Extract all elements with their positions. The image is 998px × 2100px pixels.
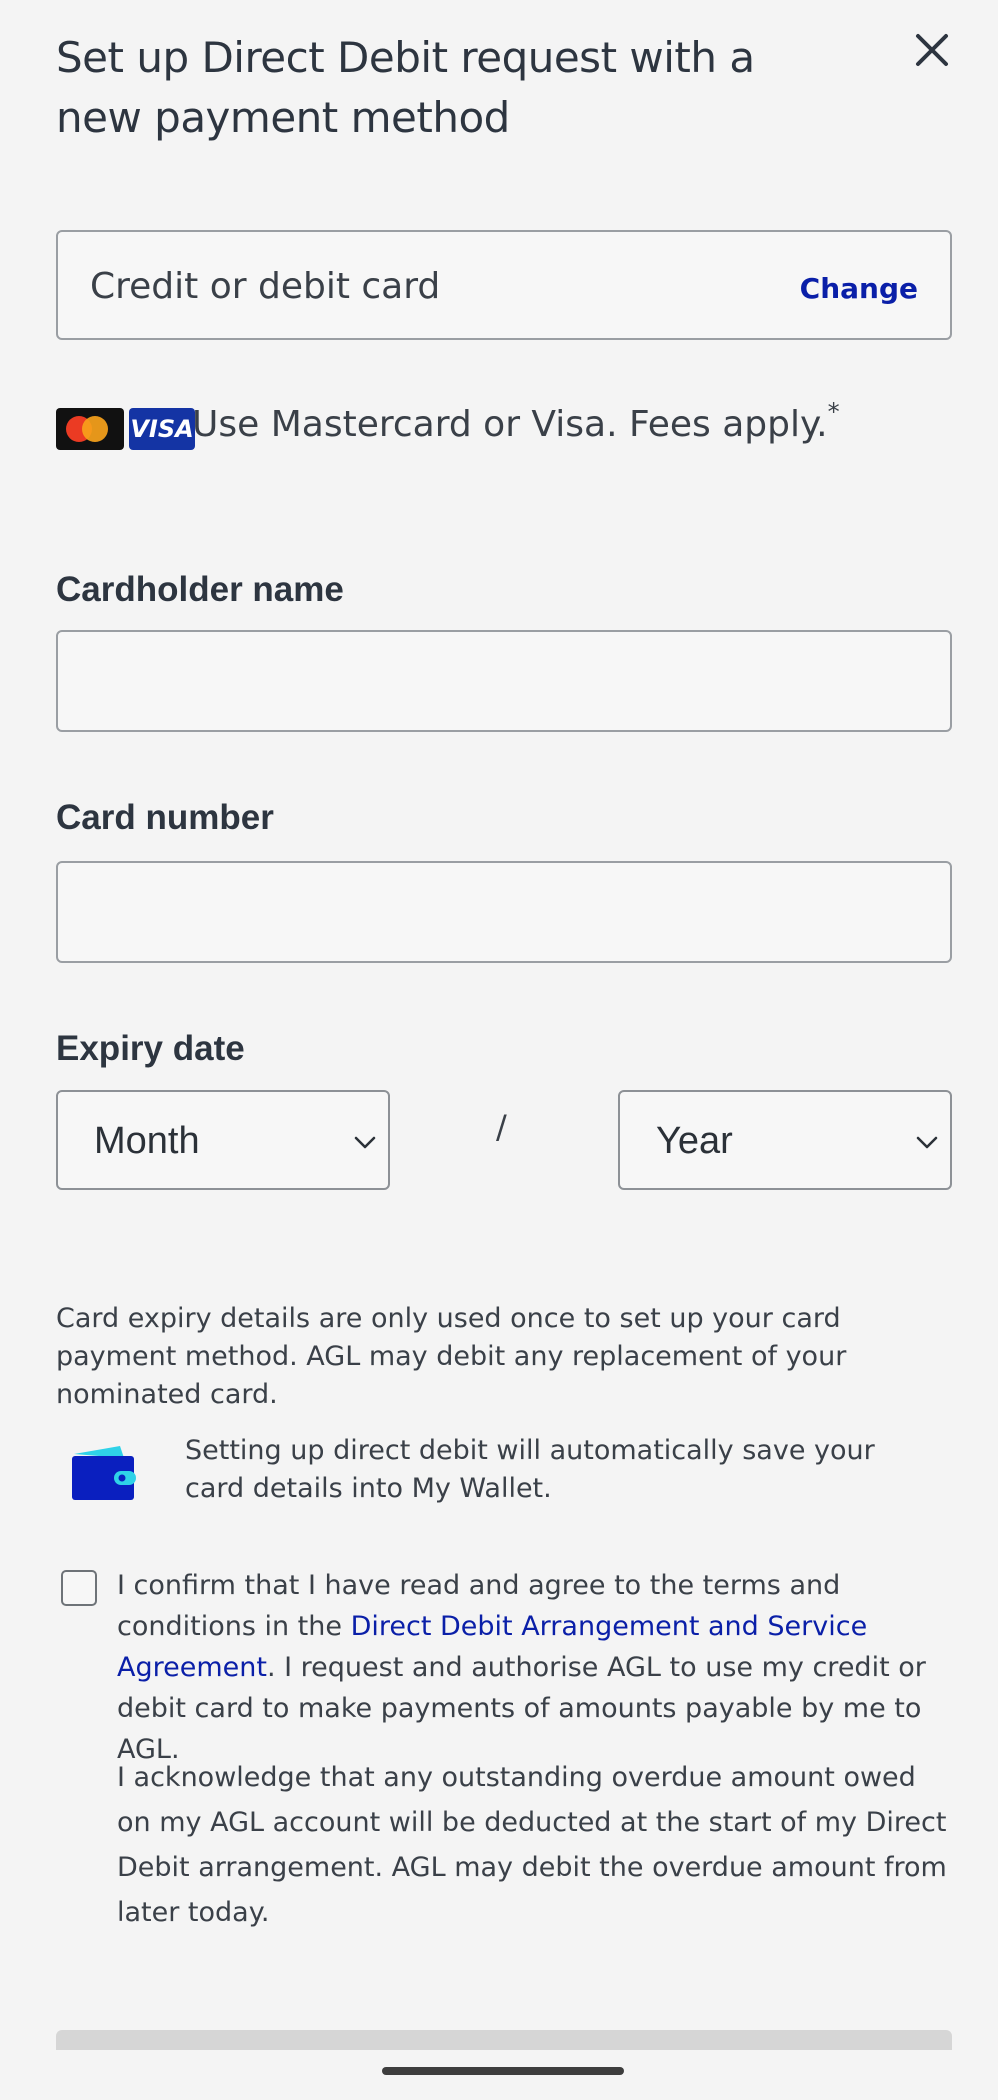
card-number-input[interactable]: [56, 861, 952, 963]
expiry-month-select[interactable]: Month: [56, 1090, 390, 1190]
card-fees-notice: Use Mastercard or Visa. Fees apply.*: [192, 398, 840, 445]
close-icon[interactable]: [912, 30, 952, 70]
chevron-down-icon: [354, 1136, 376, 1149]
payment-method-label: Credit or debit card: [90, 266, 441, 307]
visa-logo: VISA: [129, 408, 195, 450]
cardholder-name-label: Cardholder name: [56, 570, 344, 609]
expiry-info-text: Card expiry details are only used once t…: [56, 1303, 847, 1410]
terms-checkbox[interactable]: [61, 1570, 97, 1606]
card-logos: VISA: [56, 408, 195, 450]
home-indicator: [382, 2067, 624, 2075]
expiry-year-value: Year: [656, 1120, 733, 1162]
expiry-separator: /: [496, 1108, 507, 1146]
overdue-acknowledgement-text: I acknowledge that any outstanding overd…: [117, 1762, 947, 1928]
change-payment-method-link[interactable]: Change: [800, 272, 918, 305]
expiry-year-select[interactable]: Year: [618, 1090, 952, 1190]
mastercard-logo: [56, 408, 124, 450]
wallet-info-text: Setting up direct debit will automatical…: [185, 1435, 875, 1504]
expiry-month-value: Month: [94, 1120, 200, 1162]
cardholder-name-input[interactable]: [56, 630, 952, 732]
modal-title: Set up Direct Debit request with a new p…: [56, 33, 755, 142]
submit-button[interactable]: [56, 2030, 952, 2050]
terms-confirmation-text: I confirm that I have read and agree to …: [117, 1565, 957, 1770]
chevron-down-icon: [916, 1136, 938, 1149]
expiry-date-label: Expiry date: [56, 1029, 245, 1068]
wallet-icon: [70, 1444, 138, 1500]
footnote-marker: *: [827, 398, 840, 426]
card-number-label: Card number: [56, 798, 274, 837]
card-fees-text: Use Mastercard or Visa. Fees apply.: [192, 404, 828, 445]
payment-method-selector: Credit or debit card Change: [56, 230, 952, 340]
